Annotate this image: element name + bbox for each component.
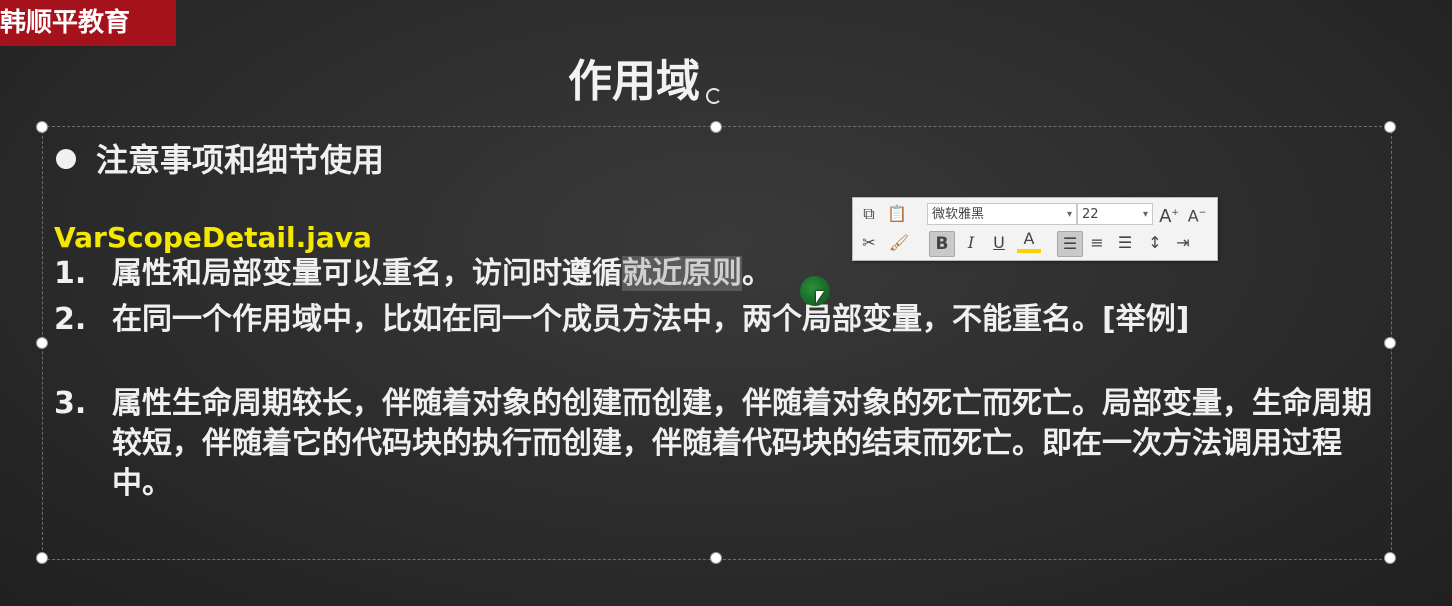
bullet-icon — [56, 149, 76, 169]
list-item-text-part: 。 — [742, 256, 772, 291]
chevron-down-icon: ▾ — [1066, 209, 1072, 220]
cut-icon[interactable]: ✂ — [857, 231, 881, 255]
list-item-text: 在同一个作用域中，比如在同一个成员方法中，两个局部变量，不能重名。[举例] — [112, 302, 1190, 337]
grow-font-button[interactable]: A+ — [1157, 201, 1181, 227]
brand-logo-text: 韩顺平教育 — [0, 8, 131, 38]
list-item-text-part: 属性和局部变量可以重名，访问时遵循 — [112, 256, 622, 291]
resize-handle-bottom-left[interactable] — [36, 552, 48, 564]
chevron-down-icon: ▾ — [1142, 209, 1148, 220]
copy-icon[interactable]: ⧉ — [857, 202, 881, 226]
resize-handle-top-left[interactable] — [36, 121, 48, 133]
underline-button[interactable]: U — [987, 231, 1011, 255]
bold-button[interactable]: B — [929, 231, 955, 257]
font-name-select[interactable]: 微软雅黑 ▾ — [927, 203, 1077, 225]
font-color-button[interactable]: A — [1017, 229, 1041, 253]
align-right-icon[interactable]: ☰ — [1113, 231, 1137, 255]
mouse-cursor-icon — [816, 291, 824, 303]
format-painter-icon[interactable]: 🖌 — [887, 231, 911, 255]
line-spacing-icon[interactable]: ↕ — [1143, 231, 1167, 255]
mini-format-toolbar: ⧉ 📋 微软雅黑 ▾ 22 ▾ A+ A− ✂ 🖌 B I U A ☰ ≡ ☰ ↕ … — [852, 197, 1218, 261]
grow-font-label: A — [1159, 206, 1172, 227]
section-heading-text: 注意事项和细节使用 — [96, 141, 385, 179]
list-item-number: 1. — [54, 256, 87, 291]
shrink-font-label: A — [1187, 206, 1199, 226]
filename-label: VarScopeDetail.java — [54, 221, 372, 254]
pointer-highlight-icon — [800, 276, 830, 306]
rotate-handle-icon[interactable] — [706, 88, 722, 104]
section-heading: 注意事项和细节使用 — [56, 138, 384, 182]
paste-icon[interactable]: 📋 — [885, 202, 909, 226]
resize-handle-mid-left[interactable] — [36, 337, 48, 349]
resize-handle-top-right[interactable] — [1384, 121, 1396, 133]
list-item: 2. 在同一个作用域中，比如在同一个成员方法中，两个局部变量，不能重名。[举例] — [54, 300, 1412, 340]
font-name-value: 微软雅黑 — [932, 207, 985, 222]
list-item-text: 属性生命周期较长，伴随着对象的创建而创建，伴随着对象的死亡而死亡。局部变量，生命… — [112, 386, 1372, 501]
font-size-select[interactable]: 22 ▾ — [1077, 203, 1153, 225]
list-item: 3. 属性生命周期较长，伴随着对象的创建而创建，伴随着对象的死亡而死亡。局部变量，… — [54, 384, 1382, 504]
resize-handle-top-center[interactable] — [710, 121, 722, 133]
indent-icon[interactable]: ⇥ — [1171, 231, 1195, 255]
font-size-value: 22 — [1082, 207, 1099, 222]
selected-text[interactable]: 就近原则 — [622, 256, 742, 291]
list-item-number: 2. — [54, 302, 87, 337]
shrink-font-button[interactable]: A− — [1185, 201, 1209, 225]
list-item-number: 3. — [54, 386, 87, 421]
resize-handle-bottom-center[interactable] — [710, 552, 722, 564]
slide-title: 作用域 — [568, 56, 700, 107]
italic-button[interactable]: I — [959, 231, 983, 255]
brand-logo: 韩顺平教育 — [0, 0, 176, 46]
align-center-icon[interactable]: ≡ — [1085, 231, 1109, 255]
resize-handle-bottom-right[interactable] — [1384, 552, 1396, 564]
align-left-icon[interactable]: ☰ — [1057, 231, 1083, 257]
